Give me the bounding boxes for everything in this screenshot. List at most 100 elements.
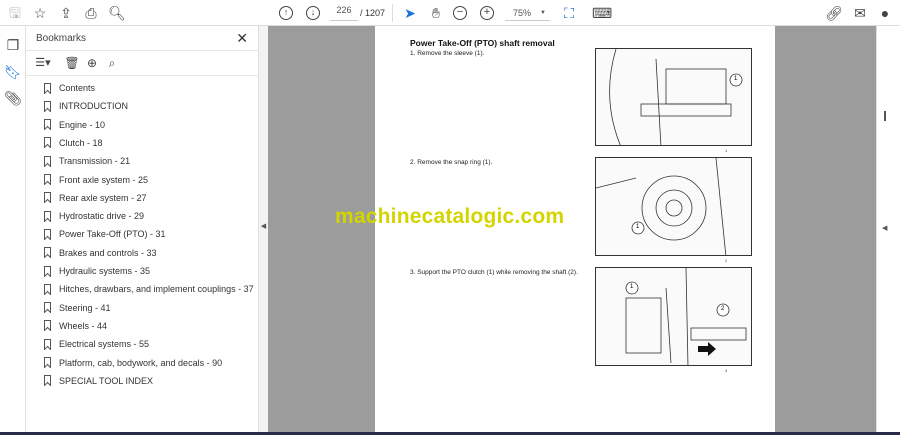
- bookmark-label: Platform, cab, bodywork, and decals - 90: [59, 357, 223, 368]
- bookmark-item[interactable]: Rear axle system - 27: [44, 189, 147, 207]
- bookmark-icon: [44, 302, 51, 314]
- bookmark-icon: [44, 247, 51, 259]
- bookmark-item[interactable]: Front axle system - 25: [44, 171, 148, 189]
- bookmark-icon: [44, 265, 51, 277]
- figure-number: 1: [725, 148, 728, 153]
- step-text: 3. Support the PTO clutch (1) while remo…: [410, 269, 578, 276]
- bookmark-label: INTRODUCTION: [59, 101, 128, 112]
- pdf-page: Power Take-Off (PTO) shaft removal 1. Re…: [375, 26, 775, 432]
- bookmark-label: Hitches, drawbars, and implement couplin…: [59, 284, 254, 295]
- bookmark-label: SPECIAL TOOL INDEX: [59, 375, 154, 386]
- chevron-down-icon: ▼: [540, 10, 546, 16]
- bookmark-label: Rear axle system - 27: [59, 192, 147, 203]
- hand-tool-icon[interactable]: ✋︎: [427, 4, 445, 22]
- zoom-in-icon[interactable]: +: [480, 6, 494, 20]
- save-icon[interactable]: 🖫: [6, 4, 24, 22]
- bookmark-label: Transmission - 21: [59, 156, 131, 167]
- star-icon[interactable]: ☆: [31, 4, 49, 22]
- print-icon[interactable]: ⎙: [82, 4, 100, 22]
- close-icon[interactable]: ✕: [236, 30, 248, 47]
- page-total: / 1207: [360, 8, 386, 18]
- expand-panel-handle[interactable]: ◀: [882, 224, 887, 232]
- next-page-icon[interactable]: ↓: [306, 6, 320, 20]
- bookmark-icon: [44, 155, 51, 167]
- figure-number: 2: [725, 258, 728, 263]
- bookmarks-icon[interactable]: 🔖︎: [4, 63, 22, 81]
- bookmark-item[interactable]: INTRODUCTION: [44, 97, 128, 115]
- bookmark-item[interactable]: Engine - 10: [44, 116, 105, 134]
- main-toolbar: 🖫 ☆ ⇪ ⎙ 🔍︎ ↑ ↓ 226 / 1207 ➤ ✋︎ − + 75% ▼ …: [0, 0, 900, 26]
- section-heading: Power Take-Off (PTO) shaft removal: [410, 38, 555, 48]
- search-icon[interactable]: 🔍︎: [108, 4, 126, 22]
- bookmark-icon: [44, 228, 51, 240]
- bookmark-item[interactable]: Electrical systems - 55: [44, 335, 149, 353]
- bookmark-icon: [44, 357, 51, 368]
- bookmark-icon: [44, 283, 51, 295]
- bookmark-item[interactable]: Hitches, drawbars, and implement couplin…: [44, 280, 254, 298]
- fit-page-icon[interactable]: ⛶: [560, 4, 578, 22]
- previous-page-icon[interactable]: ↑: [279, 6, 293, 20]
- bookmark-label: Contents: [59, 83, 96, 93]
- account-icon[interactable]: ●: [876, 4, 894, 22]
- bookmark-item[interactable]: Contents: [44, 79, 95, 97]
- bookmark-icon: [44, 192, 51, 204]
- delete-icon[interactable]: 🗑︎: [63, 54, 81, 72]
- figure-1-illustration: 1: [595, 48, 752, 146]
- navigation-rail: ❐ 🔖︎ 📎︎: [0, 26, 26, 435]
- step-text: 1. Remove the sleeve (1).: [410, 50, 485, 57]
- watermark: machinecatalogic.com: [335, 205, 565, 228]
- bookmark-icon: [44, 210, 51, 222]
- bookmark-item[interactable]: Power Take-Off (PTO) - 31: [44, 225, 166, 243]
- bookmarks-panel: Bookmarks ✕ ☰▾ 🗑︎ ⊕ ⌕ Contents INTRODUCTI…: [26, 26, 259, 435]
- attachments-icon[interactable]: 📎︎: [4, 89, 22, 107]
- cloud-upload-icon[interactable]: ⇪: [57, 4, 75, 22]
- bookmarks-toolbar: ☰▾ 🗑︎ ⊕ ⌕: [26, 50, 259, 76]
- bookmark-item[interactable]: Brakes and controls - 33: [44, 244, 157, 262]
- zoom-select[interactable]: 75% ▼: [505, 5, 550, 21]
- callout-label: 1: [734, 76, 738, 82]
- figure-number: 3: [725, 368, 728, 373]
- divider: [392, 4, 393, 22]
- bookmark-label: Wheels - 44: [59, 320, 108, 331]
- bookmark-item[interactable]: Hydrostatic drive - 29: [44, 207, 144, 225]
- callout-label: 1: [636, 224, 640, 230]
- bookmark-icon: [44, 137, 51, 149]
- bookmark-label: Steering - 41: [59, 302, 111, 313]
- find-bookmark-icon[interactable]: ⌕: [103, 54, 121, 72]
- bookmark-icon: [44, 338, 51, 350]
- bookmark-item[interactable]: SPECIAL TOOL INDEX: [44, 372, 153, 390]
- right-rail: ◀: [876, 26, 900, 432]
- bookmark-item[interactable]: Clutch - 18: [44, 134, 103, 152]
- bookmark-item[interactable]: Wheels - 44: [44, 317, 107, 335]
- bookmark-icon: [44, 320, 51, 332]
- bookmark-label: Clutch - 18: [59, 137, 103, 148]
- bookmark-icon: [44, 100, 51, 112]
- bookmark-icon: [44, 82, 51, 94]
- email-icon[interactable]: ✉: [851, 4, 869, 22]
- panel-title: Bookmarks: [36, 33, 87, 44]
- bookmark-item[interactable]: Transmission - 21: [44, 152, 130, 170]
- bookmark-item[interactable]: Platform, cab, bodywork, and decals - 90: [44, 354, 222, 372]
- bookmark-icon: [44, 375, 51, 387]
- page-number-input[interactable]: 226: [330, 5, 358, 21]
- scrollbar-thumb[interactable]: [884, 111, 886, 121]
- bookmark-label: Front axle system - 25: [59, 174, 149, 185]
- page-thumbnails-icon[interactable]: ❐: [4, 36, 22, 54]
- read-mode-icon[interactable]: ⌨: [592, 4, 612, 22]
- select-cursor-icon[interactable]: ➤: [401, 4, 419, 22]
- options-menu-icon[interactable]: ☰▾: [34, 54, 52, 72]
- bookmark-label: Brakes and controls - 33: [59, 247, 157, 258]
- bookmark-item[interactable]: Hydraulic systems - 35: [44, 262, 150, 280]
- document-viewport: Power Take-Off (PTO) shaft removal 1. Re…: [268, 26, 882, 432]
- bookmark-label: Hydrostatic drive - 29: [59, 211, 145, 222]
- share-link-icon[interactable]: 🔗︎: [825, 4, 843, 22]
- bookmark-item[interactable]: Steering - 41: [44, 299, 111, 317]
- figure-3-illustration: 1 2: [595, 267, 752, 366]
- zoom-out-icon[interactable]: −: [453, 6, 467, 20]
- bookmark-label: Power Take-Off (PTO) - 31: [59, 229, 166, 240]
- bookmark-icon: [44, 174, 51, 185]
- add-bookmark-icon[interactable]: ⊕: [83, 54, 101, 72]
- step-text: 2. Remove the snap ring (1).: [410, 159, 493, 166]
- callout-label: 2: [721, 306, 725, 312]
- collapse-panel-handle[interactable]: ◀: [259, 26, 268, 435]
